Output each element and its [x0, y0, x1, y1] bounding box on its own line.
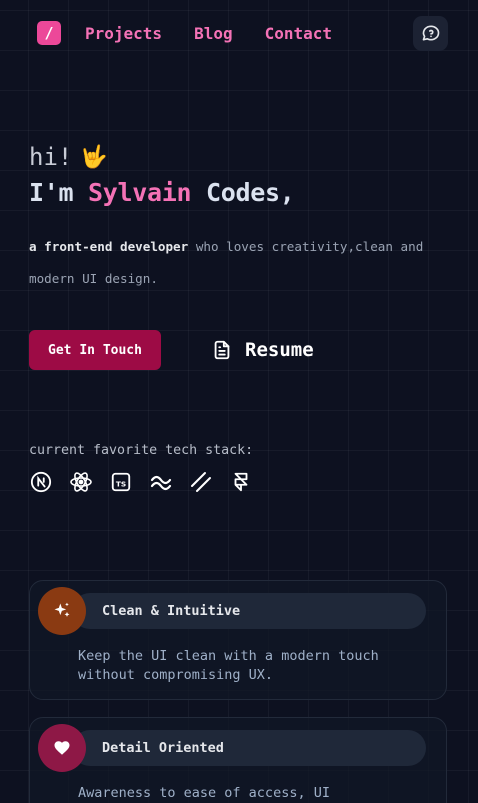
- tech-stack-icons: TS: [29, 470, 253, 494]
- top-nav: / Projects Blog Contact: [37, 15, 448, 51]
- headline-name: Sylvain: [88, 178, 192, 207]
- description-strong: a front-end developer: [29, 239, 189, 254]
- logo[interactable]: /: [37, 21, 61, 45]
- card-description: Awareness to ease of access, UI: [78, 785, 330, 801]
- heart-icon: [54, 741, 70, 755]
- chat-button[interactable]: [413, 15, 448, 51]
- feature-card-clean: Clean & Intuitive Keep the UI clean with…: [29, 580, 447, 700]
- react-icon: [69, 470, 93, 494]
- greeting-text: hi!: [29, 143, 73, 171]
- card-icon-badge: [38, 587, 86, 635]
- headline-suffix: Codes,: [191, 178, 295, 207]
- headline-prefix: I'm: [29, 178, 89, 207]
- card-description: Keep the UI clean with a modern touch wi…: [78, 648, 379, 683]
- card-icon-badge: [38, 724, 86, 772]
- headline: I'm Sylvain Codes,: [29, 178, 459, 207]
- card-header: Clean & Intuitive: [38, 587, 426, 635]
- framer-icon: [229, 470, 253, 494]
- hero: hi! 🤟 I'm Sylvain Codes, a front-end dev…: [29, 140, 459, 295]
- nav-link-contact[interactable]: Contact: [265, 24, 332, 43]
- card-header: Detail Oriented: [38, 724, 426, 772]
- nextjs-icon: [29, 470, 53, 494]
- get-in-touch-button[interactable]: Get In Touch: [29, 330, 161, 370]
- resume-link[interactable]: Resume: [211, 338, 314, 362]
- linear-icon: [189, 470, 213, 494]
- feature-card-detail: Detail Oriented Awareness to ease of acc…: [29, 717, 447, 803]
- cta-row: Get In Touch Resume: [29, 330, 314, 370]
- tailwind-icon: [149, 470, 173, 494]
- rock-hand-icon: 🤟: [80, 144, 108, 170]
- hero-description: a front-end developer who loves creativi…: [29, 231, 449, 295]
- greeting-line: hi! 🤟: [29, 140, 459, 174]
- document-icon: [214, 340, 230, 360]
- chat-help-icon: [422, 25, 439, 41]
- resume-label: Resume: [245, 339, 314, 361]
- tech-stack: current favorite tech stack: TS: [29, 443, 253, 494]
- card-title: Clean & Intuitive: [72, 593, 426, 629]
- svg-text:TS: TS: [116, 480, 126, 489]
- card-title: Detail Oriented: [72, 730, 426, 766]
- nav-link-blog[interactable]: Blog: [194, 24, 233, 43]
- nav-link-projects[interactable]: Projects: [85, 24, 162, 43]
- nav-links: Projects Blog Contact: [85, 24, 332, 43]
- tech-stack-label: current favorite tech stack:: [29, 443, 254, 458]
- sparkles-icon: [54, 602, 70, 617]
- typescript-icon: TS: [109, 470, 133, 494]
